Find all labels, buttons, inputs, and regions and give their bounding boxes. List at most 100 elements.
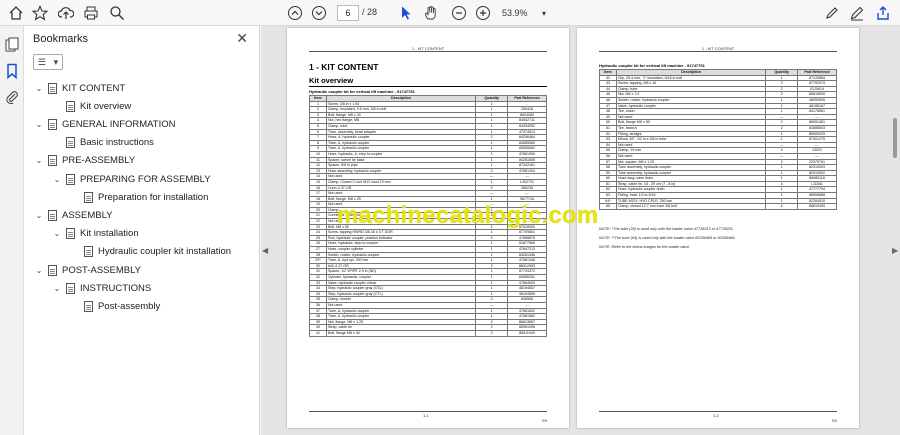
- bookmarks-panel: Bookmarks ✕ ☰ ▾ ⌄ KIT CONTENT Kit overview ⌄…: [24, 26, 260, 435]
- vertical-scrollbar[interactable]: [892, 58, 898, 428]
- parts-table: Item Description Quantity Part Reference…: [599, 69, 837, 210]
- pdf-page-right: 1 - KIT CONTENT Hydraulic coupler kit fo…: [577, 28, 859, 428]
- table-row: 65 Clamp, closed 12.7 mm insul 3/8 bolt 4 8…: [599, 203, 837, 210]
- scrollbar-thumb[interactable]: [893, 118, 897, 158]
- chevron-down-icon[interactable]: ⌄: [34, 266, 44, 275]
- previous-page-icon[interactable]: [285, 4, 305, 22]
- table-cell: 4: [765, 203, 799, 210]
- bookmark-page-icon: [66, 137, 75, 149]
- section-heading: 1 - KIT CONTENT: [309, 62, 379, 72]
- bookmark-label: GENERAL INFORMATION: [62, 118, 176, 130]
- bookmark-label: PRE-ASSEMBLY: [62, 155, 136, 167]
- table-cell: 41: [309, 329, 327, 337]
- bookmark-item[interactable]: ⌄ POST-ASSEMBLY: [34, 263, 141, 277]
- list-options-icon: ☰: [37, 56, 46, 67]
- page-number: 1-2: [713, 413, 719, 418]
- edit-pen-icon[interactable]: [847, 4, 867, 22]
- bookmark-label: INSTRUCTIONS: [80, 282, 152, 294]
- zoom-level-select[interactable]: 53.9%: [502, 5, 536, 21]
- left-rail: [0, 26, 24, 435]
- page-number: 1-1: [423, 413, 429, 418]
- bookmark-item[interactable]: Kit overview: [52, 99, 131, 113]
- bookmark-item[interactable]: Basic instructions: [52, 136, 154, 150]
- footer-rule: [309, 411, 547, 412]
- bookmark-item[interactable]: Hydraulic coupler kit installation: [70, 245, 231, 259]
- header-rule: [599, 51, 837, 52]
- bookmark-page-icon: [66, 100, 75, 112]
- table-cell: Clamp, closed 12.7 mm insul 3/8 bolt: [615, 203, 767, 210]
- note-text: NOTE: **The tube (64) is used only with …: [599, 236, 736, 240]
- chevron-down-icon: ▾: [53, 56, 59, 67]
- sign-pen-icon[interactable]: [822, 4, 842, 22]
- bookmark-page-icon: [48, 82, 57, 94]
- hand-tool-icon[interactable]: [421, 4, 441, 22]
- bookmark-item[interactable]: ⌄ GENERAL INFORMATION: [34, 117, 175, 131]
- bookmark-label: POST-ASSEMBLY: [62, 264, 142, 276]
- upload-cloud-icon[interactable]: [56, 4, 76, 22]
- table-cell: 2: [475, 329, 509, 337]
- next-page-icon[interactable]: [309, 4, 329, 22]
- page-number-input[interactable]: 6: [337, 5, 359, 21]
- table-cell: 86511940: [507, 329, 547, 337]
- bookmark-page-icon: [84, 191, 93, 203]
- footer-lang: EN: [832, 419, 837, 423]
- share-icon[interactable]: [873, 4, 893, 22]
- bookmark-label: Basic instructions: [80, 137, 154, 149]
- bookmark-label: Kit overview: [80, 100, 132, 112]
- bookmark-item[interactable]: ⌄ KIT CONTENT: [34, 81, 125, 95]
- close-icon[interactable]: ✕: [236, 30, 248, 47]
- document-viewer[interactable]: ◀ ▶ 1 - KIT CONTENT 1 - KIT CONTENT Kit …: [261, 26, 900, 435]
- bookmark-label: ASSEMBLY: [62, 209, 113, 221]
- top-toolbar: 6 / 28 53.9% ▾: [0, 0, 900, 26]
- chevron-down-icon[interactable]: ▾: [534, 4, 554, 22]
- panel-title: Bookmarks: [33, 33, 89, 45]
- zoom-in-icon[interactable]: [473, 4, 493, 22]
- chevron-down-icon[interactable]: ⌄: [52, 229, 62, 238]
- bookmark-page-icon: [84, 246, 93, 258]
- subsection-heading: Kit overview: [309, 76, 354, 85]
- bookmark-page-icon: [48, 155, 57, 167]
- bookmark-page-icon: [66, 173, 75, 185]
- table-row: 41 Bolt, flange M8 x 40 2 86511940: [309, 329, 547, 337]
- heading-rule: [309, 86, 547, 87]
- bookmark-item[interactable]: ⌄ PRE-ASSEMBLY: [34, 154, 135, 168]
- print-icon[interactable]: [81, 4, 101, 22]
- table-cell: Bolt, flange M8 x 40: [325, 329, 477, 337]
- bookmark-label: Post-assembly: [98, 300, 161, 312]
- table-caption: Hydraulic coupler kit for vertical lift …: [599, 63, 705, 68]
- chevron-down-icon[interactable]: ⌄: [34, 84, 44, 93]
- table-caption: Hydraulic coupler kit for vertical lift …: [309, 89, 415, 94]
- bookmark-item[interactable]: Preparation for installation: [70, 190, 208, 204]
- note-text: NOTE: Refer to the below images for the …: [599, 245, 691, 249]
- chevron-down-icon[interactable]: ⌄: [34, 120, 44, 129]
- bookmark-label: Kit installation: [80, 228, 139, 240]
- bookmark-label: Preparation for installation: [98, 191, 209, 203]
- select-cursor-icon[interactable]: [396, 4, 416, 22]
- scroll-left-icon[interactable]: ◀: [262, 246, 268, 255]
- bookmark-label: Hydraulic coupler kit installation: [98, 246, 232, 258]
- attachment-icon[interactable]: [4, 89, 20, 105]
- table-cell: 86610400: [797, 203, 837, 210]
- pages-thumbnail-icon[interactable]: [4, 37, 20, 53]
- chevron-down-icon[interactable]: ⌄: [34, 156, 44, 165]
- zoom-out-icon[interactable]: [449, 4, 469, 22]
- note-text: NOTE: *The tube (29) is used only with t…: [599, 227, 734, 231]
- bookmark-options-button[interactable]: ☰ ▾: [33, 54, 63, 70]
- bookmark-icon[interactable]: [4, 63, 20, 80]
- bookmark-item[interactable]: ⌄ ASSEMBLY: [34, 208, 113, 222]
- bookmark-label: PREPARING FOR ASSEMBLY: [80, 173, 211, 185]
- star-icon[interactable]: [30, 4, 50, 22]
- watermark-text: machinecatalogic.com: [337, 202, 599, 229]
- bookmark-item[interactable]: ⌄ PREPARING FOR ASSEMBLY: [52, 172, 211, 186]
- bookmark-item[interactable]: ⌄ INSTRUCTIONS: [52, 281, 151, 295]
- bookmark-item[interactable]: Post-assembly: [70, 299, 160, 313]
- bookmark-label: KIT CONTENT: [62, 82, 126, 94]
- search-icon[interactable]: [107, 4, 127, 22]
- chevron-down-icon[interactable]: ⌄: [52, 175, 62, 184]
- bookmark-page-icon: [66, 228, 75, 240]
- chevron-down-icon[interactable]: ⌄: [52, 284, 62, 293]
- chevron-down-icon[interactable]: ⌄: [34, 211, 44, 220]
- home-icon[interactable]: [6, 4, 26, 22]
- bookmark-item[interactable]: ⌄ Kit installation: [52, 227, 139, 241]
- bookmark-page-icon: [48, 118, 57, 130]
